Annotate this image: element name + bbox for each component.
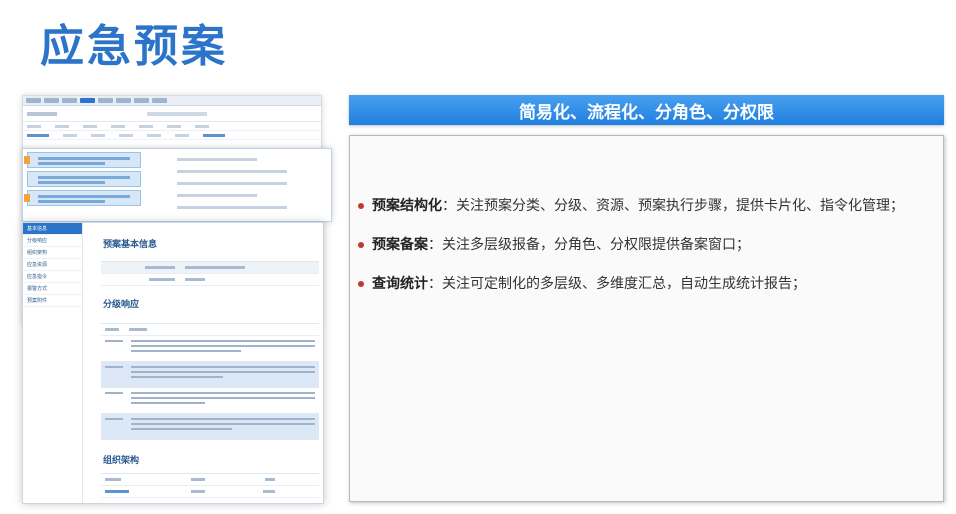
step-card-list	[23, 149, 145, 221]
plan-steps-screenshot	[22, 148, 332, 222]
feature-separator: ：	[428, 237, 442, 253]
feature-text: 关注预案分类、分级、资源、预案执行步骤，提供卡片化、指令化管理；	[456, 198, 904, 214]
list-item: 查询统计：关注可定制化的多层级、多维度汇总，自动生成统计报告；	[356, 269, 935, 299]
section-title-basic: 预案基本信息	[103, 239, 158, 249]
level-response-table	[101, 323, 319, 440]
list-item: 预案备案：关注多层级报备，分角色、分权限提供备案窗口；	[356, 230, 935, 260]
feature-separator: ：	[428, 276, 442, 292]
step-card	[24, 190, 141, 206]
feature-header-bar: 简易化、流程化、分角色、分权限	[349, 95, 944, 125]
detail-main: 预案基本信息 分级响应 组织架构	[89, 223, 319, 503]
feature-key: 预案结构化	[372, 198, 442, 214]
step-form	[151, 149, 331, 221]
step-card	[24, 152, 141, 168]
feature-text: 关注多层级报备，分角色、分权限提供备案窗口；	[442, 237, 750, 253]
feature-text: 关注可定制化的多层级、多维度汇总，自动生成统计报告；	[442, 276, 806, 292]
detail-sidebar: 基本信息 分级响应 组织架构 应急资源 应急指令 报警方式 预案附件	[23, 223, 83, 503]
bullet-dot-icon	[358, 242, 364, 248]
feature-list: 预案结构化：关注预案分类、分级、资源、预案执行步骤，提供卡片化、指令化管理； 预…	[356, 191, 935, 308]
basic-info-table	[101, 261, 319, 287]
sidebar-item-organization: 组织架构	[23, 247, 82, 259]
top-nav-bar	[23, 96, 321, 106]
section-title-level: 分级响应	[103, 299, 140, 309]
filter-bar	[23, 106, 321, 122]
step-card	[27, 171, 141, 187]
feature-key: 预案备案	[372, 237, 428, 253]
table-row	[23, 122, 321, 131]
sidebar-item-resources: 应急资源	[23, 259, 82, 271]
sidebar-item-level-response: 分级响应	[23, 235, 82, 247]
organization-table	[101, 473, 319, 498]
sidebar-item-commands: 应急指令	[23, 271, 82, 283]
list-item: 预案结构化：关注预案分类、分级、资源、预案执行步骤，提供卡片化、指令化管理；	[356, 191, 935, 221]
plan-detail-screenshot: 基本信息 分级响应 组织架构 应急资源 应急指令 报警方式 预案附件 预案基本信…	[22, 222, 324, 504]
feature-separator: ：	[442, 198, 456, 214]
section-title-org: 组织架构	[103, 455, 140, 465]
bullet-dot-icon	[358, 281, 364, 287]
bullet-dot-icon	[358, 203, 364, 209]
sidebar-item-basic-info: 基本信息	[23, 223, 82, 235]
feature-list-box: 预案结构化：关注预案分类、分级、资源、预案执行步骤，提供卡片化、指令化管理； 预…	[349, 135, 944, 502]
sidebar-item-attachments: 预案附件	[23, 295, 82, 307]
feature-key: 查询统计	[372, 276, 428, 292]
table-row	[23, 131, 321, 140]
slide-title: 应急预案	[40, 21, 228, 72]
sidebar-item-alarm: 报警方式	[23, 283, 82, 295]
